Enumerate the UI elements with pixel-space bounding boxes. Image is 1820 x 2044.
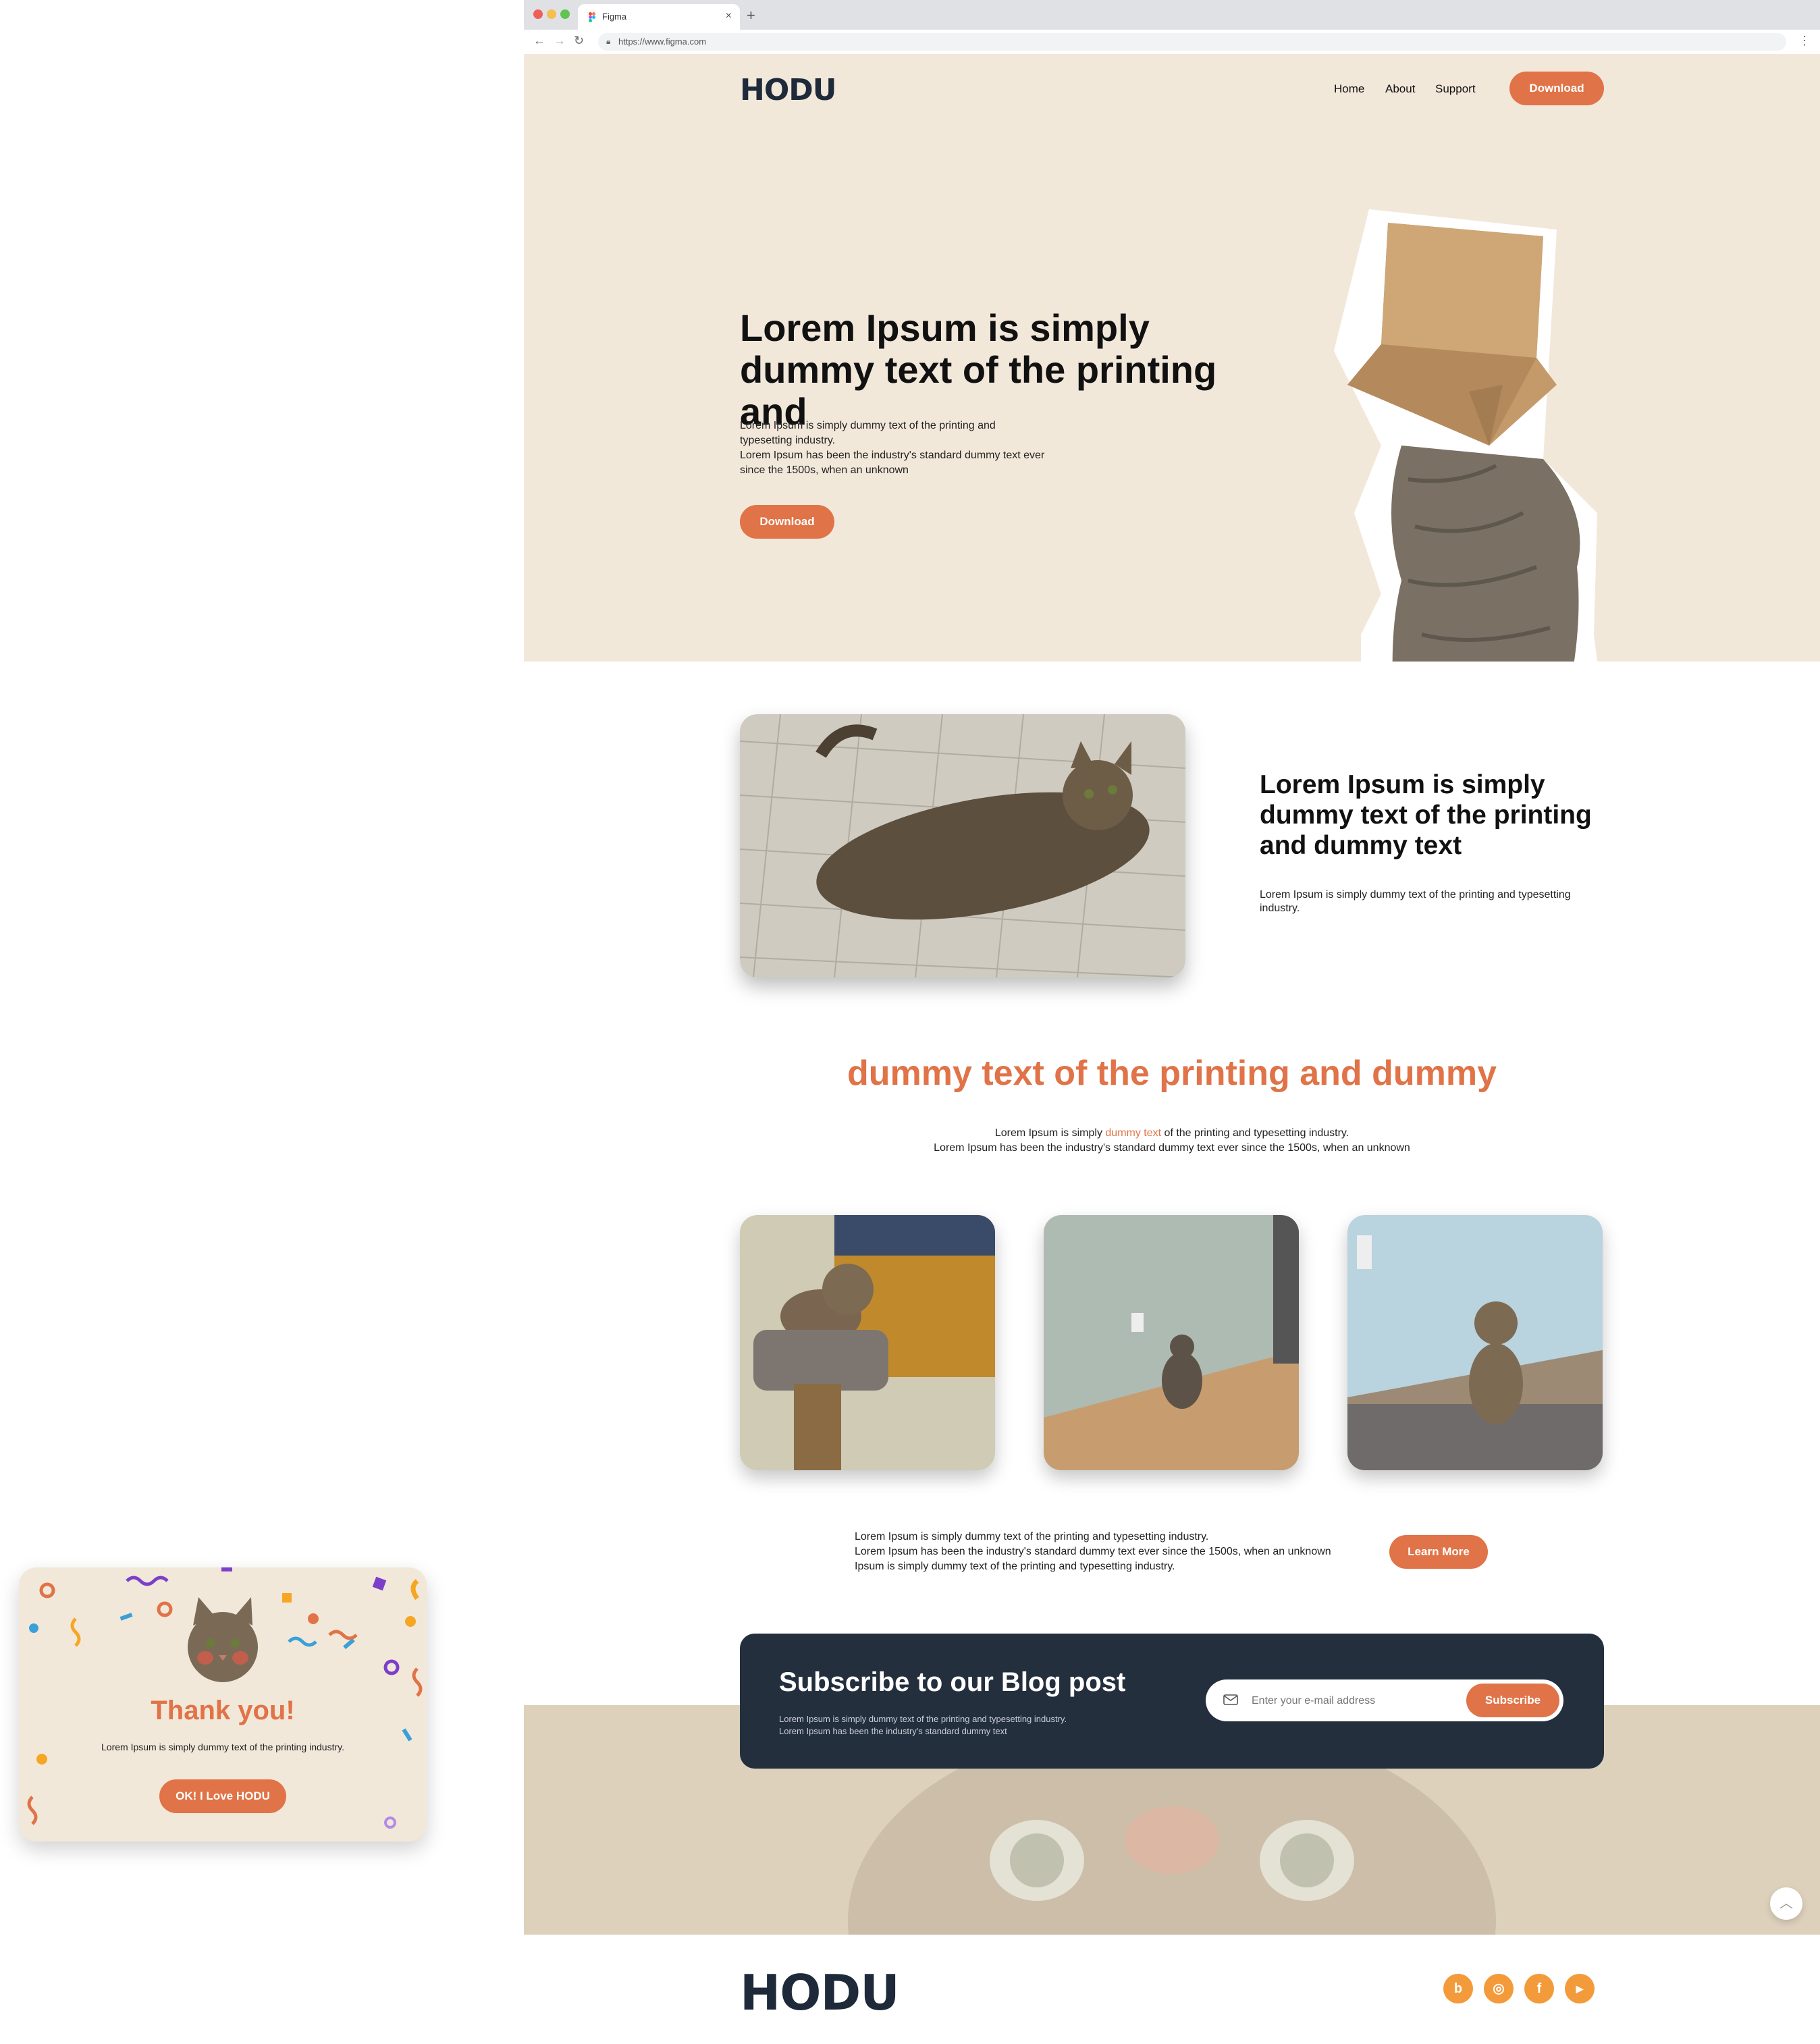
section-heading: dummy text of the printing and dummy bbox=[847, 1054, 1497, 1093]
hero-download-button[interactable]: Download bbox=[740, 505, 834, 539]
reload-icon[interactable]: ↻ bbox=[574, 34, 584, 48]
modal-paragraph: Lorem Ipsum is simply dummy text of the … bbox=[101, 1742, 344, 1752]
subscribe-button[interactable]: Subscribe bbox=[1466, 1684, 1559, 1717]
blog-icon[interactable]: b bbox=[1443, 1974, 1473, 2003]
highlight-text: dummy text bbox=[1105, 1127, 1162, 1139]
thank-you-modal: Thank you! Lorem Ipsum is simply dummy t… bbox=[19, 1567, 427, 1841]
back-arrow-icon[interactable]: ← bbox=[533, 34, 545, 48]
url-text: https://www.figma.com bbox=[618, 36, 707, 47]
section-text: of the printing and typesetting industry… bbox=[1161, 1127, 1349, 1139]
cat-on-bed-photo bbox=[740, 714, 1185, 977]
cat-tower-photo bbox=[740, 1215, 995, 1470]
maximize-window-icon[interactable] bbox=[560, 9, 570, 19]
hero-paragraph: Lorem Ipsum is simply dummy text of the … bbox=[740, 419, 1050, 478]
hero-paragraph-line: Lorem Ipsum is simply dummy text of the … bbox=[740, 420, 996, 446]
nav-home[interactable]: Home bbox=[1334, 82, 1364, 96]
section-text: Lorem Ipsum is simply bbox=[994, 1127, 1106, 1139]
instagram-icon[interactable]: ◎ bbox=[1484, 1974, 1514, 2003]
logo[interactable]: HODU bbox=[740, 73, 836, 107]
address-bar: ← → ↻ 🔒︎ https://www.figma.com ⋮ bbox=[524, 30, 1820, 55]
subscribe-card: Subscribe to our Blog post Lorem Ipsum i… bbox=[740, 1634, 1604, 1769]
tab-title: Figma bbox=[602, 11, 627, 22]
learn-more-button[interactable]: Learn More bbox=[1389, 1535, 1488, 1569]
subscribe-heading: Subscribe to our Blog post bbox=[779, 1667, 1126, 1697]
footer-logo[interactable]: HODU bbox=[740, 1964, 900, 2021]
tab-close-icon[interactable]: × bbox=[726, 10, 732, 22]
cat-sitting-photo bbox=[1347, 1215, 1603, 1470]
hero-paragraph-line: Lorem Ipsum has been the industry's stan… bbox=[740, 450, 1045, 476]
subscribe-form: Subscribe bbox=[1206, 1679, 1563, 1721]
mail-icon bbox=[1223, 1694, 1238, 1705]
close-window-icon[interactable] bbox=[533, 9, 543, 19]
subscribe-text: Lorem Ipsum is simply dummy text of the … bbox=[779, 1714, 1067, 1724]
youtube-icon[interactable]: ▶ bbox=[1565, 1974, 1595, 2003]
learn-text: Lorem Ipsum is simply dummy text of the … bbox=[855, 1531, 1209, 1542]
modal-heading: Thank you! bbox=[151, 1696, 295, 1725]
lock-icon: 🔒︎ bbox=[606, 36, 611, 46]
nav-support[interactable]: Support bbox=[1435, 82, 1476, 96]
hero-heading: Lorem Ipsum is simply dummy text of the … bbox=[740, 306, 1217, 433]
browser-window: Figma × + ← → ↻ 🔒︎ https://www.figma.com… bbox=[524, 0, 1820, 2044]
header-download-button[interactable]: Download bbox=[1509, 72, 1604, 105]
browser-menu-icon[interactable]: ⋮ bbox=[1798, 34, 1811, 48]
feature-heading: Lorem Ipsum is simply dummy text of the … bbox=[1260, 770, 1592, 860]
forward-arrow-icon[interactable]: → bbox=[554, 34, 566, 48]
modal-confirm-button[interactable]: OK! I Love HODU bbox=[159, 1779, 286, 1813]
learn-text: Ipsum is simply dummy text of the printi… bbox=[855, 1561, 1175, 1572]
cat-in-box-image bbox=[1334, 209, 1597, 662]
subscribe-paragraph: Lorem Ipsum is simply dummy text of the … bbox=[779, 1713, 1067, 1738]
browser-tab[interactable]: Figma × bbox=[578, 4, 740, 30]
minimize-window-icon[interactable] bbox=[547, 9, 556, 19]
facebook-icon[interactable]: f bbox=[1524, 1974, 1554, 2003]
section-paragraph: Lorem Ipsum is simply dummy text of the … bbox=[524, 1126, 1820, 1156]
section-text: Lorem Ipsum has been the industry's stan… bbox=[934, 1142, 1410, 1154]
feature-paragraph: Lorem Ipsum is simply dummy text of the … bbox=[1260, 889, 1571, 914]
cat-by-wall-photo bbox=[1044, 1215, 1299, 1470]
tab-bar: Figma × + bbox=[524, 0, 1820, 30]
hero-section: Lorem Ipsum is simply dummy text of the … bbox=[524, 54, 1820, 662]
figma-icon bbox=[589, 12, 595, 22]
url-field[interactable]: 🔒︎ https://www.figma.com bbox=[598, 33, 1786, 51]
email-input[interactable] bbox=[1250, 1690, 1455, 1712]
subscribe-text: Lorem Ipsum has been the industry's stan… bbox=[779, 1726, 1007, 1736]
scroll-top-button[interactable]: ︿ bbox=[1770, 1887, 1802, 1920]
new-tab-button[interactable]: + bbox=[747, 7, 755, 24]
learn-text: Lorem Ipsum has been the industry's stan… bbox=[855, 1546, 1331, 1557]
learn-paragraph: Lorem Ipsum is simply dummy text of the … bbox=[855, 1530, 1368, 1574]
nav-about[interactable]: About bbox=[1385, 82, 1415, 96]
